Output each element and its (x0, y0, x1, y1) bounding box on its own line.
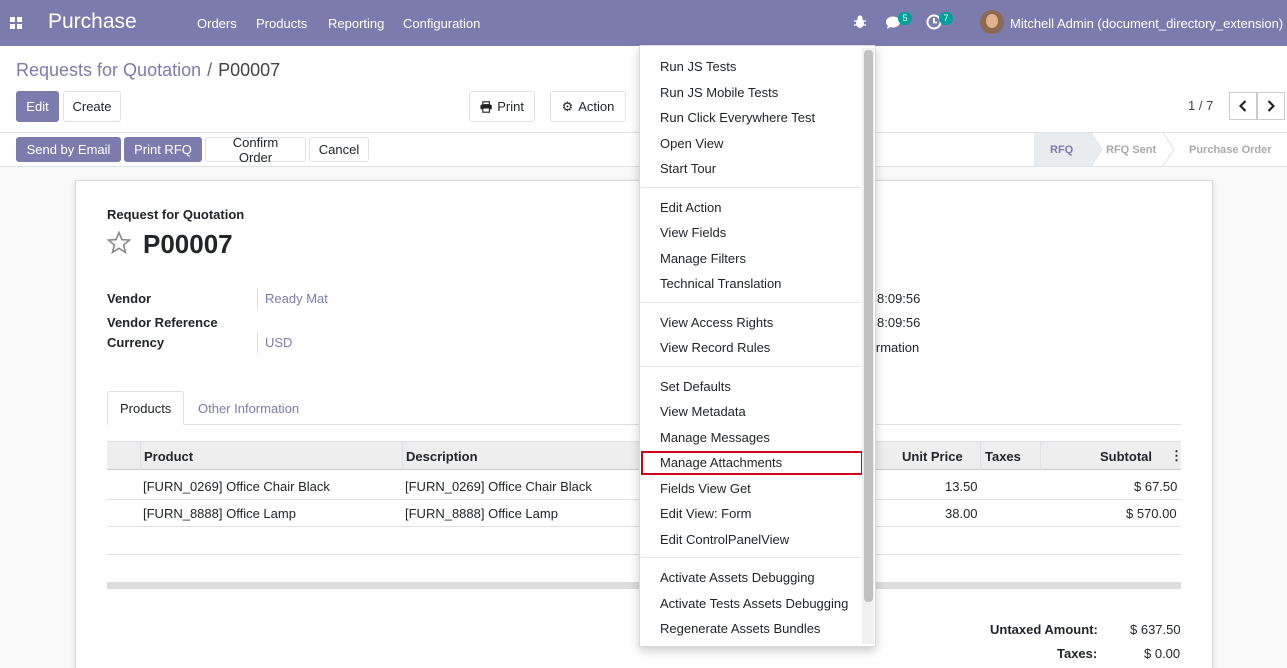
menu-divider (641, 557, 861, 558)
top-navbar: Purchase Orders Products Reporting Confi… (0, 0, 1287, 46)
menu-view-access-rights[interactable]: View Access Rights (660, 315, 773, 330)
vendor-reference-label: Vendor Reference (107, 315, 218, 330)
debug-dropdown-menu: Run JS Tests Run JS Mobile Tests Run Cli… (639, 45, 876, 647)
untaxed-amount-label: Untaxed Amount: (990, 622, 1098, 637)
menu-manage-attachments[interactable]: Manage Attachments (660, 455, 782, 470)
user-menu[interactable]: Mitchell Admin (document_directory_exten… (1010, 16, 1283, 31)
menu-view-record-rules[interactable]: View Record Rules (660, 340, 770, 355)
pager-next-button[interactable] (1257, 92, 1285, 120)
menu-activate-tests-assets-debugging[interactable]: Activate Tests Assets Debugging (660, 596, 848, 611)
menu-set-defaults[interactable]: Set Defaults (660, 379, 731, 394)
menu-configuration[interactable]: Configuration (403, 16, 480, 31)
taxes-label: Taxes: (1057, 646, 1098, 661)
tab-products[interactable]: Products (107, 391, 185, 425)
col-subtotal[interactable]: Subtotal (1100, 449, 1152, 464)
col-description[interactable]: Description (406, 449, 478, 464)
row2-description[interactable]: [FURN_8888] Office Lamp (405, 506, 558, 521)
breadcrumb-separator: / (207, 60, 213, 80)
activities-badge: 7 (939, 12, 953, 25)
tab-other-information[interactable]: Other Information (186, 391, 311, 425)
menu-edit-action[interactable]: Edit Action (660, 200, 721, 215)
currency-field[interactable]: USD (265, 335, 292, 350)
menu-run-js-tests[interactable]: Run JS Tests (660, 59, 736, 74)
breadcrumb: Requests for Quotation / P00007 (16, 60, 280, 81)
pager-value[interactable]: 1 / 7 (1188, 98, 1213, 113)
vendor-label: Vendor (107, 291, 152, 306)
vendor-field[interactable]: Ready Mat (265, 291, 328, 306)
menu-edit-view-form[interactable]: Edit View: Form (660, 506, 752, 521)
menu-divider (641, 366, 861, 367)
row1-subtotal: $ 67.50 (1134, 479, 1178, 494)
app-name[interactable]: Purchase (48, 10, 137, 34)
menu-run-js-mobile-tests[interactable]: Run JS Mobile Tests (660, 85, 778, 100)
menu-products[interactable]: Products (256, 16, 307, 31)
confirm-order-button[interactable]: Confirm Order (205, 135, 306, 165)
menu-scrollbar-thumb[interactable] (864, 50, 873, 602)
chevron-left-icon (1239, 100, 1247, 112)
receipt-date-value: 8:09:56 (877, 315, 921, 330)
row1-description[interactable]: [FURN_0269] Office Chair Black (405, 479, 592, 494)
order-deadline-value: 8:09:56 (877, 291, 921, 306)
menu-scrollbar[interactable] (862, 48, 874, 644)
print-label: Print (497, 99, 524, 114)
field-separator (257, 332, 258, 354)
col-taxes[interactable]: Taxes (985, 449, 1021, 464)
edit-button[interactable]: Edit (16, 91, 59, 122)
status-step-rfq[interactable]: RFQ (1034, 133, 1092, 166)
menu-view-metadata[interactable]: View Metadata (660, 404, 746, 419)
document-type-label: Request for Quotation (107, 207, 245, 222)
taxes-value: $ 0.00 (1144, 646, 1181, 661)
send-by-email-button[interactable]: Send by Email (16, 137, 121, 162)
menu-start-tour[interactable]: Start Tour (660, 161, 716, 176)
print-rfq-button[interactable]: Print RFQ (124, 137, 202, 162)
create-button[interactable]: Create (63, 91, 121, 122)
menu-technical-translation[interactable]: Technical Translation (660, 276, 781, 291)
messages-badge: 5 (898, 12, 912, 25)
menu-orders[interactable]: Orders (197, 16, 237, 31)
menu-fields-view-get[interactable]: Fields View Get (660, 481, 751, 496)
row1-unit-price[interactable]: 13.50 (945, 479, 978, 494)
menu-manage-messages[interactable]: Manage Messages (660, 430, 770, 445)
breadcrumb-parent[interactable]: Requests for Quotation (16, 60, 201, 80)
menu-manage-filters[interactable]: Manage Filters (660, 251, 746, 266)
status-step-purchase-order[interactable]: Purchase Order (1189, 133, 1272, 166)
row2-unit-price[interactable]: 38.00 (945, 506, 978, 521)
confirmation-value: irmation (873, 340, 920, 355)
apps-menu-icon[interactable] (10, 17, 22, 29)
breadcrumb-current: P00007 (218, 60, 281, 80)
status-arrow-icon (1163, 133, 1175, 166)
row2-product[interactable]: [FURN_8888] Office Lamp (143, 506, 296, 521)
row1-product[interactable]: [FURN_0269] Office Chair Black (143, 479, 330, 494)
cancel-button[interactable]: Cancel (309, 137, 369, 162)
gear-icon: ⚙ (561, 98, 574, 114)
chevron-right-icon (1267, 100, 1275, 112)
menu-open-view[interactable]: Open View (660, 136, 723, 151)
menu-edit-controlpanelview[interactable]: Edit ControlPanelView (660, 532, 789, 547)
star-favorite-icon[interactable] (107, 231, 131, 254)
col-product[interactable]: Product (144, 449, 193, 464)
menu-regenerate-assets-bundles[interactable]: Regenerate Assets Bundles (660, 621, 820, 636)
untaxed-amount-value: $ 637.50 (1130, 622, 1181, 637)
user-avatar[interactable] (980, 10, 1004, 34)
menu-run-click-everywhere-test[interactable]: Run Click Everywhere Test (660, 110, 815, 125)
field-separator (257, 288, 258, 310)
action-label: Action (578, 99, 615, 114)
status-arrow-icon (1091, 133, 1103, 166)
menu-view-fields[interactable]: View Fields (660, 225, 726, 240)
optional-columns-icon[interactable]: ⋮ (1170, 448, 1183, 464)
bug-icon[interactable] (851, 13, 869, 31)
menu-divider (641, 302, 861, 303)
col-unit-price[interactable]: Unit Price (902, 449, 963, 464)
row2-subtotal: $ 570.00 (1126, 506, 1177, 521)
printer-icon (480, 100, 492, 113)
menu-activate-assets-debugging[interactable]: Activate Assets Debugging (660, 570, 815, 585)
record-name: P00007 (143, 229, 233, 259)
status-step-rfq-sent[interactable]: RFQ Sent (1106, 133, 1156, 166)
menu-reporting[interactable]: Reporting (328, 16, 384, 31)
pager-previous-button[interactable] (1229, 92, 1257, 120)
menu-divider (641, 187, 861, 188)
action-dropdown-button[interactable]: ⚙ Action (550, 91, 626, 122)
currency-label: Currency (107, 335, 165, 350)
print-dropdown-button[interactable]: Print (469, 91, 535, 122)
